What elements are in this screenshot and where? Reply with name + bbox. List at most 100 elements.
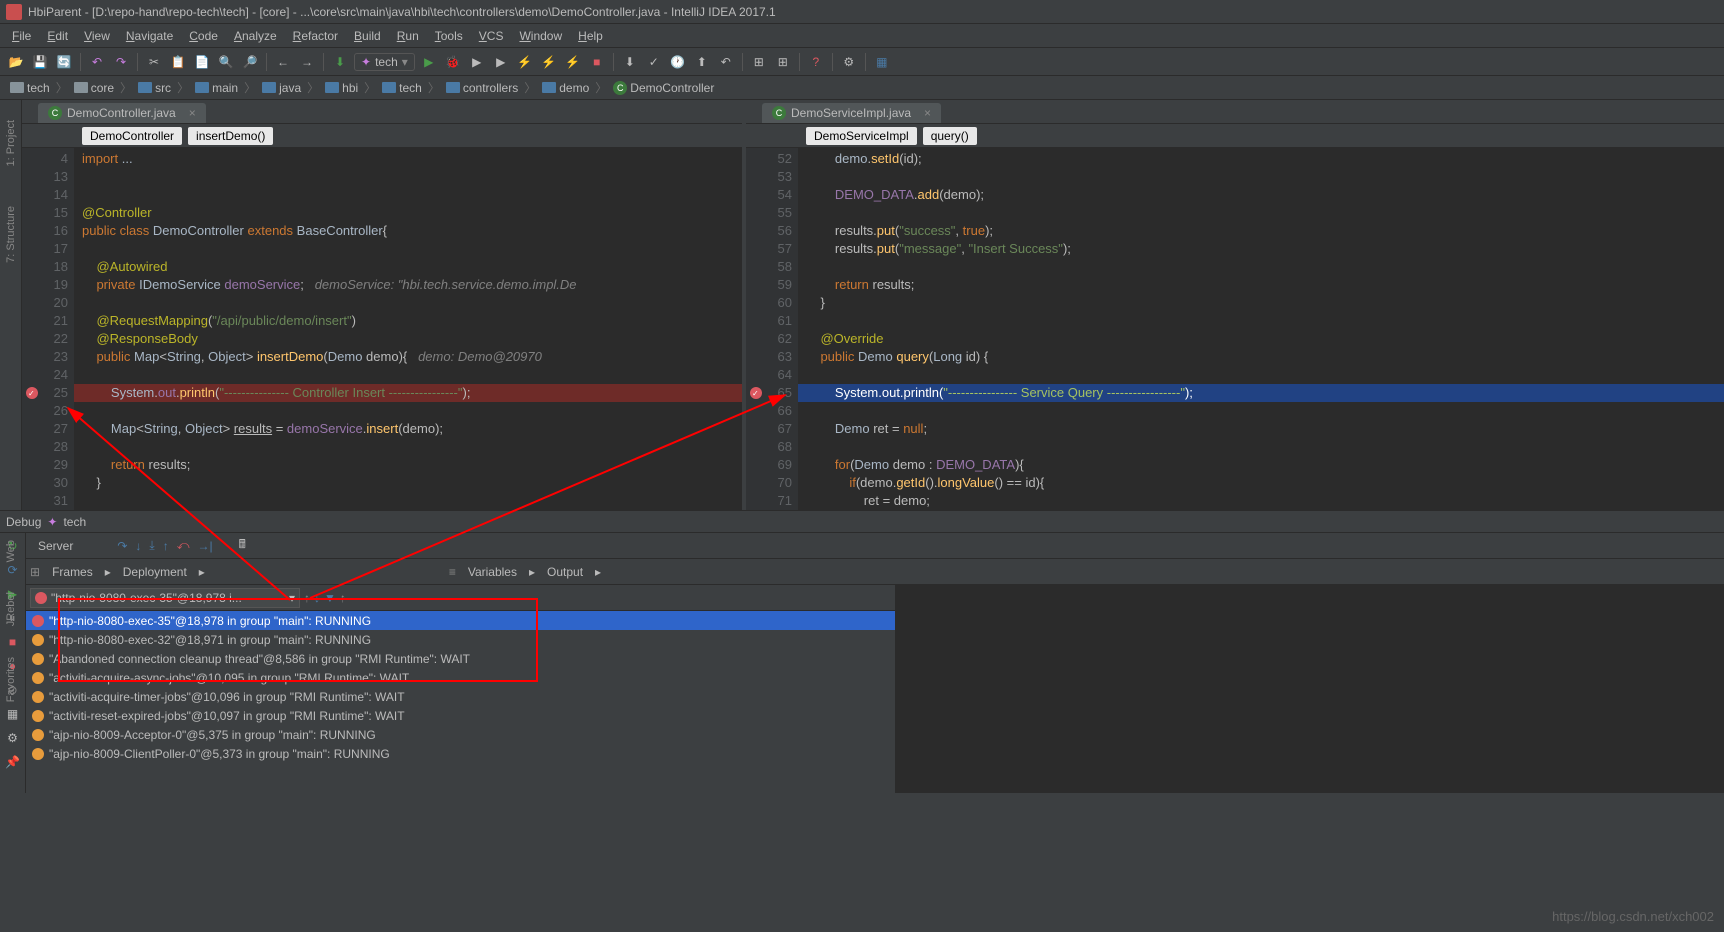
menu-tools[interactable]: Tools bbox=[427, 27, 471, 45]
run-config-selector[interactable]: ✦ tech ▾ bbox=[354, 53, 415, 71]
thread-frame-row[interactable]: "activiti-acquire-async-jobs"@10,095 in … bbox=[26, 668, 895, 687]
next-frame-icon[interactable]: ↓ bbox=[314, 591, 320, 605]
settings-icon[interactable]: ⚙ bbox=[839, 52, 859, 72]
step-out-icon[interactable]: ↑ bbox=[163, 539, 169, 553]
prev-frame-icon[interactable]: ↑ bbox=[304, 591, 310, 605]
forward-icon[interactable]: → bbox=[297, 52, 317, 72]
menu-refactor[interactable]: Refactor bbox=[285, 27, 346, 45]
thread-frame-row[interactable]: "http-nio-8080-exec-35"@18,978 in group … bbox=[26, 611, 895, 630]
step-into-icon[interactable]: ↓ bbox=[135, 539, 141, 553]
menu-analyze[interactable]: Analyze bbox=[226, 27, 285, 45]
breadcrumb-item[interactable]: controllers bbox=[442, 81, 522, 95]
menu-build[interactable]: Build bbox=[346, 27, 389, 45]
stop-icon[interactable]: ■ bbox=[587, 52, 607, 72]
deployment-tab[interactable]: Deployment bbox=[123, 565, 187, 579]
breadcrumb-item[interactable]: tech bbox=[6, 81, 54, 95]
menu-help[interactable]: Help bbox=[570, 27, 611, 45]
commit-icon[interactable]: ✓ bbox=[644, 52, 664, 72]
structure-tool-tab[interactable]: 7: Structure bbox=[5, 206, 17, 263]
push-icon[interactable]: ⬆ bbox=[692, 52, 712, 72]
menu-code[interactable]: Code bbox=[181, 27, 226, 45]
editor-tab-democontroller[interactable]: C DemoController.java × bbox=[38, 103, 206, 123]
editor-tab-demoserviceimpl[interactable]: C DemoServiceImpl.java × bbox=[762, 103, 941, 123]
web-tab[interactable]: Web bbox=[5, 540, 17, 562]
run-to-cursor-icon[interactable]: →| bbox=[198, 539, 213, 553]
breadcrumb-item[interactable]: tech bbox=[378, 81, 426, 95]
evaluate-icon[interactable]: 🖩 bbox=[239, 535, 246, 556]
more-icon[interactable]: ↑ bbox=[340, 591, 346, 605]
redo-icon[interactable]: ↷ bbox=[111, 52, 131, 72]
menu-run[interactable]: Run bbox=[389, 27, 427, 45]
thread-frame-row[interactable]: "Abandoned connection cleanup thread"@8,… bbox=[26, 649, 895, 668]
struct-icon[interactable]: ⊞ bbox=[749, 52, 769, 72]
force-step-into-icon[interactable]: ⤓ bbox=[149, 538, 154, 553]
filter-icon[interactable]: ▼ bbox=[324, 591, 336, 605]
menu-file[interactable]: File bbox=[4, 27, 39, 45]
breadcrumb-item[interactable]: src bbox=[134, 81, 175, 95]
back-icon[interactable]: ← bbox=[273, 52, 293, 72]
close-tab-icon[interactable]: × bbox=[189, 106, 196, 120]
close-tab-icon[interactable]: × bbox=[924, 106, 931, 120]
thread-frame-row[interactable]: "activiti-reset-expired-jobs"@10,097 in … bbox=[26, 706, 895, 725]
profile-icon[interactable]: ▶ bbox=[491, 52, 511, 72]
menu-vcs[interactable]: VCS bbox=[471, 27, 512, 45]
menu-view[interactable]: View bbox=[76, 27, 118, 45]
thread-frame-row[interactable]: "http-nio-8080-exec-32"@18,971 in group … bbox=[26, 630, 895, 649]
output-tab[interactable]: Output bbox=[547, 565, 583, 579]
vcs-icon[interactable]: ⬇ bbox=[620, 52, 640, 72]
attach-icon[interactable]: ⚡ bbox=[515, 52, 535, 72]
menu-navigate[interactable]: Navigate bbox=[118, 27, 181, 45]
help-icon[interactable]: ? bbox=[806, 52, 826, 72]
breadcrumb-item[interactable]: main bbox=[191, 81, 242, 95]
layout-icon[interactable]: ▦ bbox=[872, 52, 892, 72]
thread-selector[interactable]: "http-nio-8080-exec-35"@18,978 i... ▾ bbox=[30, 588, 300, 608]
sync-icon[interactable]: 🔄 bbox=[54, 52, 74, 72]
crumb-class[interactable]: DemoController bbox=[82, 127, 182, 145]
thread-frame-row[interactable]: "activiti-acquire-timer-jobs"@10,096 in … bbox=[26, 687, 895, 706]
jrebel-tab[interactable]: JRebel bbox=[5, 592, 17, 626]
attach2-icon[interactable]: ⚡ bbox=[539, 52, 559, 72]
open-icon[interactable]: 📂 bbox=[6, 52, 26, 72]
thread-frame-row[interactable]: "ajp-nio-8009-ClientPoller-0"@5,373 in g… bbox=[26, 744, 895, 763]
save-icon[interactable]: 💾 bbox=[30, 52, 50, 72]
crumb-class[interactable]: DemoServiceImpl bbox=[806, 127, 917, 145]
undo-icon[interactable]: ↶ bbox=[87, 52, 107, 72]
build-icon[interactable]: ⬇ bbox=[330, 52, 350, 72]
pin-icon[interactable]: 📌 bbox=[4, 753, 22, 771]
crumb-method[interactable]: insertDemo() bbox=[188, 127, 273, 145]
variables-tab[interactable]: Variables bbox=[468, 565, 517, 579]
layout-icon[interactable]: ▦ bbox=[4, 705, 22, 723]
menu-window[interactable]: Window bbox=[511, 27, 570, 45]
breadcrumb-item[interactable]: core bbox=[70, 81, 118, 95]
replace-icon[interactable]: 🔎 bbox=[240, 52, 260, 72]
coverage-icon[interactable]: ▶ bbox=[467, 52, 487, 72]
thread-frame-row[interactable]: "ajp-nio-8009-Acceptor-0"@5,375 in group… bbox=[26, 725, 895, 744]
crumb-method[interactable]: query() bbox=[923, 127, 977, 145]
breadcrumb-item[interactable]: demo bbox=[538, 81, 593, 95]
copy-icon[interactable]: 📋 bbox=[168, 52, 188, 72]
project-tool-tab[interactable]: 1: Project bbox=[5, 120, 17, 166]
cut-icon[interactable]: ✂ bbox=[144, 52, 164, 72]
step-over-icon[interactable]: ↷ bbox=[117, 539, 127, 553]
run-icon[interactable]: ▶ bbox=[419, 52, 439, 72]
paste-icon[interactable]: 📄 bbox=[192, 52, 212, 72]
struct2-icon[interactable]: ⊞ bbox=[773, 52, 793, 72]
breadcrumb-item[interactable]: hbi bbox=[321, 81, 362, 95]
code-editor-left[interactable]: 4131415161718192021222324252627282930313… bbox=[22, 148, 742, 510]
favorites-tab[interactable]: Favorites bbox=[5, 657, 17, 702]
drop-frame-icon[interactable]: ⤺ bbox=[177, 538, 190, 553]
find-icon[interactable]: 🔍 bbox=[216, 52, 236, 72]
breadcrumb-item[interactable]: java bbox=[258, 81, 305, 95]
settings-icon[interactable]: ⚙ bbox=[4, 729, 22, 747]
debug-icon[interactable]: 🐞 bbox=[443, 52, 463, 72]
history-icon[interactable]: 🕐 bbox=[668, 52, 688, 72]
revert-icon[interactable]: ↶ bbox=[716, 52, 736, 72]
server-tab[interactable]: Server bbox=[30, 537, 81, 555]
breakpoint-icon[interactable] bbox=[750, 387, 762, 399]
attach3-icon[interactable]: ⚡ bbox=[563, 52, 583, 72]
breakpoint-icon[interactable] bbox=[26, 387, 38, 399]
code-editor-right[interactable]: 5253545556575859606162636465666768697071… bbox=[746, 148, 1724, 510]
breadcrumb-item[interactable]: CDemoController bbox=[609, 81, 718, 95]
frames-tab[interactable]: Frames bbox=[52, 565, 93, 579]
menu-edit[interactable]: Edit bbox=[39, 27, 76, 45]
